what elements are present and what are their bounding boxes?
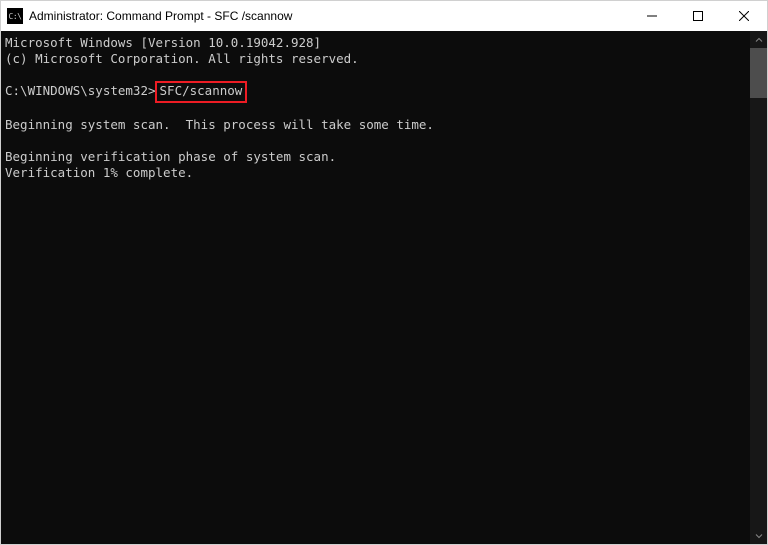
chevron-up-icon (755, 36, 763, 44)
window-controls (629, 1, 767, 31)
vertical-scrollbar[interactable] (750, 31, 767, 544)
cmd-icon: C:\ (7, 8, 23, 24)
maximize-icon (693, 11, 703, 21)
close-icon (739, 11, 749, 21)
minimize-icon (647, 11, 657, 21)
chevron-down-icon (755, 532, 763, 540)
command-prompt-window: C:\ Administrator: Command Prompt - SFC … (0, 0, 768, 545)
version-line: Microsoft Windows [Version 10.0.19042.92… (5, 35, 321, 50)
terminal-output[interactable]: Microsoft Windows [Version 10.0.19042.92… (1, 31, 750, 544)
scan-begin-line: Beginning system scan. This process will… (5, 117, 434, 132)
verification-line: Beginning verification phase of system s… (5, 149, 336, 164)
titlebar[interactable]: C:\ Administrator: Command Prompt - SFC … (1, 1, 767, 31)
close-button[interactable] (721, 1, 767, 31)
maximize-button[interactable] (675, 1, 721, 31)
terminal-area: Microsoft Windows [Version 10.0.19042.92… (1, 31, 767, 544)
prompt-prefix: C:\WINDOWS\system32> (5, 83, 156, 98)
window-title: Administrator: Command Prompt - SFC /sca… (29, 9, 629, 23)
scroll-track[interactable] (750, 48, 767, 527)
progress-line: Verification 1% complete. (5, 165, 193, 180)
copyright-line: (c) Microsoft Corporation. All rights re… (5, 51, 359, 66)
minimize-button[interactable] (629, 1, 675, 31)
scroll-down-button[interactable] (750, 527, 767, 544)
scroll-up-button[interactable] (750, 31, 767, 48)
highlighted-command: SFC/scannow (155, 81, 248, 103)
scroll-thumb[interactable] (750, 48, 767, 98)
